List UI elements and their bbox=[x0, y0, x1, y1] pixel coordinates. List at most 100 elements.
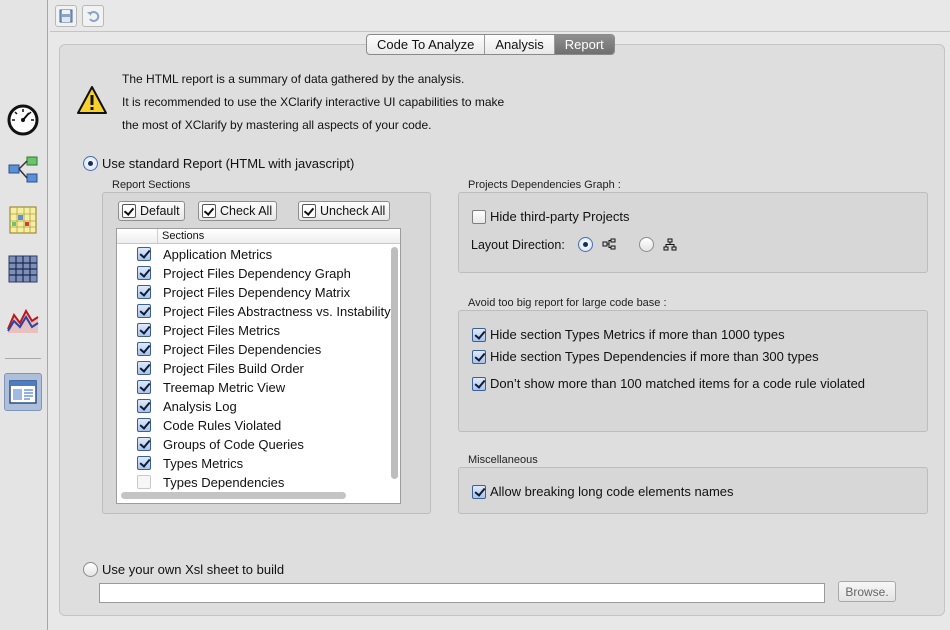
checkbox[interactable] bbox=[472, 209, 486, 224]
allow-breaking-checkbox[interactable]: Allow breaking long code elements names bbox=[472, 484, 734, 499]
list-item[interactable]: Project Files Abstractness vs. Instabili… bbox=[117, 302, 400, 321]
dependencies-graph-group: Hide third-party Projects Layout Directi… bbox=[458, 192, 928, 273]
checkbox[interactable] bbox=[472, 376, 486, 391]
tab-report[interactable]: Report bbox=[554, 35, 614, 54]
big-report-title: Avoid too big report for large code base… bbox=[468, 297, 667, 309]
list-item[interactable]: Types Dependencies bbox=[117, 473, 400, 492]
section-label: Project Files Abstractness vs. Instabili… bbox=[163, 304, 391, 319]
checkbox[interactable] bbox=[472, 349, 486, 364]
dependencies-graph-title: Projects Dependencies Graph : bbox=[468, 179, 621, 191]
sections-column-label: Sections bbox=[162, 230, 205, 242]
misc-group: Allow breaking long code elements names bbox=[458, 467, 928, 514]
layout-direction-label: Layout Direction: bbox=[471, 238, 565, 252]
section-label: Project Files Metrics bbox=[163, 323, 281, 338]
info-line-2: It is recommended to use the XClarify in… bbox=[122, 95, 505, 109]
section-label: Code Rules Violated bbox=[163, 418, 282, 433]
section-label: Project Files Dependencies bbox=[163, 342, 322, 357]
section-checkbox[interactable] bbox=[137, 285, 151, 299]
checkbox[interactable] bbox=[472, 327, 486, 342]
section-checkbox[interactable] bbox=[137, 437, 151, 451]
section-label: Application Metrics bbox=[163, 247, 273, 262]
section-checkbox[interactable] bbox=[137, 418, 151, 432]
trend-chart-icon[interactable] bbox=[4, 300, 42, 338]
limit-matched-items-label: Don’t show more than 100 matched items f… bbox=[490, 376, 866, 391]
section-checkbox[interactable] bbox=[137, 266, 151, 280]
section-checkbox[interactable] bbox=[137, 342, 151, 356]
layout-left-right-radio[interactable] bbox=[578, 237, 593, 252]
misc-title: Miscellaneous bbox=[468, 454, 538, 466]
list-item[interactable]: Project Files Metrics bbox=[117, 321, 400, 340]
sections-list[interactable]: Sections Application Metrics Project Fil… bbox=[116, 228, 401, 504]
list-item[interactable]: Application Metrics bbox=[117, 245, 400, 264]
checkbox-icon bbox=[122, 204, 136, 218]
app-window: Code To Analyze Analysis Report The HTML… bbox=[0, 0, 950, 630]
tab-code-to-analyze[interactable]: Code To Analyze bbox=[367, 35, 486, 54]
list-item[interactable]: Project Files Dependency Graph bbox=[117, 264, 400, 283]
standard-report-radio[interactable] bbox=[83, 156, 98, 171]
horizontal-scrollbar[interactable] bbox=[121, 492, 346, 499]
browse-button[interactable]: Browse. bbox=[838, 581, 896, 602]
warning-icon bbox=[76, 85, 108, 118]
report-sections-title: Report Sections bbox=[112, 179, 191, 191]
section-checkbox[interactable] bbox=[137, 247, 151, 261]
gauge-icon[interactable] bbox=[4, 101, 42, 139]
sidebar-separator bbox=[5, 358, 41, 359]
toolbar bbox=[50, 0, 950, 32]
dependency-matrix-icon[interactable] bbox=[4, 201, 42, 239]
treemap-icon[interactable] bbox=[4, 250, 42, 288]
list-item[interactable]: Analysis Log bbox=[117, 397, 400, 416]
section-label: Treemap Metric View bbox=[163, 380, 286, 395]
section-label: Types Metrics bbox=[163, 456, 244, 471]
section-checkbox[interactable] bbox=[137, 475, 151, 489]
hide-types-metrics-checkbox[interactable]: Hide section Types Metrics if more than … bbox=[472, 327, 785, 342]
limit-matched-items-checkbox[interactable]: Don’t show more than 100 matched items f… bbox=[472, 376, 865, 391]
report-sections-group: Default Check All Uncheck All Sections A… bbox=[102, 192, 431, 514]
list-item[interactable]: Types Metrics bbox=[117, 454, 400, 473]
list-item[interactable]: Project Files Dependency Matrix bbox=[117, 283, 400, 302]
section-checkbox[interactable] bbox=[137, 380, 151, 394]
custom-xsl-radio[interactable] bbox=[83, 562, 98, 577]
custom-xsl-label: Use your own Xsl sheet to build bbox=[102, 562, 285, 577]
info-line-3: the most of XClarify by mastering all as… bbox=[122, 118, 432, 132]
hide-third-party-label: Hide third-party Projects bbox=[490, 209, 630, 224]
section-label: Project Files Build Order bbox=[163, 361, 304, 376]
checkbox[interactable] bbox=[472, 484, 486, 499]
big-report-group: Hide section Types Metrics if more than … bbox=[458, 310, 928, 432]
vertical-scrollbar[interactable] bbox=[391, 247, 398, 479]
sidebar bbox=[0, 0, 48, 630]
tab-bar: Code To Analyze Analysis Report bbox=[366, 34, 615, 55]
xsl-path-field[interactable] bbox=[99, 583, 825, 603]
save-icon[interactable] bbox=[55, 5, 77, 27]
undo-icon[interactable] bbox=[82, 5, 104, 27]
list-item[interactable]: Treemap Metric View bbox=[117, 378, 400, 397]
left-to-right-layout-icon bbox=[602, 238, 616, 253]
sections-column-header[interactable]: Sections bbox=[117, 229, 400, 244]
tab-analysis[interactable]: Analysis bbox=[485, 35, 555, 54]
uncheck-all-button-label: Uncheck All bbox=[320, 204, 386, 218]
dependency-graph-icon[interactable] bbox=[4, 151, 42, 189]
hide-types-dependencies-checkbox[interactable]: Hide section Types Dependencies if more … bbox=[472, 349, 819, 364]
default-button-label: Default bbox=[140, 204, 180, 218]
uncheck-all-button[interactable]: Uncheck All bbox=[298, 201, 391, 221]
checkbox-icon bbox=[202, 204, 216, 218]
check-all-button[interactable]: Check All bbox=[198, 201, 278, 221]
hide-types-dependencies-label: Hide section Types Dependencies if more … bbox=[490, 349, 819, 364]
report-window-icon[interactable] bbox=[4, 373, 42, 411]
default-button[interactable]: Default bbox=[118, 201, 185, 221]
check-all-button-label: Check All bbox=[220, 204, 273, 218]
list-item[interactable]: Project Files Dependencies bbox=[117, 340, 400, 359]
section-checkbox[interactable] bbox=[137, 323, 151, 337]
info-line-1: The HTML report is a summary of data gat… bbox=[122, 72, 465, 86]
section-checkbox[interactable] bbox=[137, 304, 151, 318]
section-checkbox[interactable] bbox=[137, 361, 151, 375]
list-item[interactable]: Project Files Build Order bbox=[117, 359, 400, 378]
checkbox-icon bbox=[302, 204, 316, 218]
layout-top-bottom-radio[interactable] bbox=[639, 237, 654, 252]
list-item[interactable]: Groups of Code Queries bbox=[117, 435, 400, 454]
section-label: Groups of Code Queries bbox=[163, 437, 304, 452]
standard-report-label: Use standard Report (HTML with javascrip… bbox=[102, 156, 355, 171]
section-checkbox[interactable] bbox=[137, 399, 151, 413]
list-item[interactable]: Code Rules Violated bbox=[117, 416, 400, 435]
hide-third-party-checkbox[interactable]: Hide third-party Projects bbox=[472, 209, 629, 224]
section-checkbox[interactable] bbox=[137, 456, 151, 470]
